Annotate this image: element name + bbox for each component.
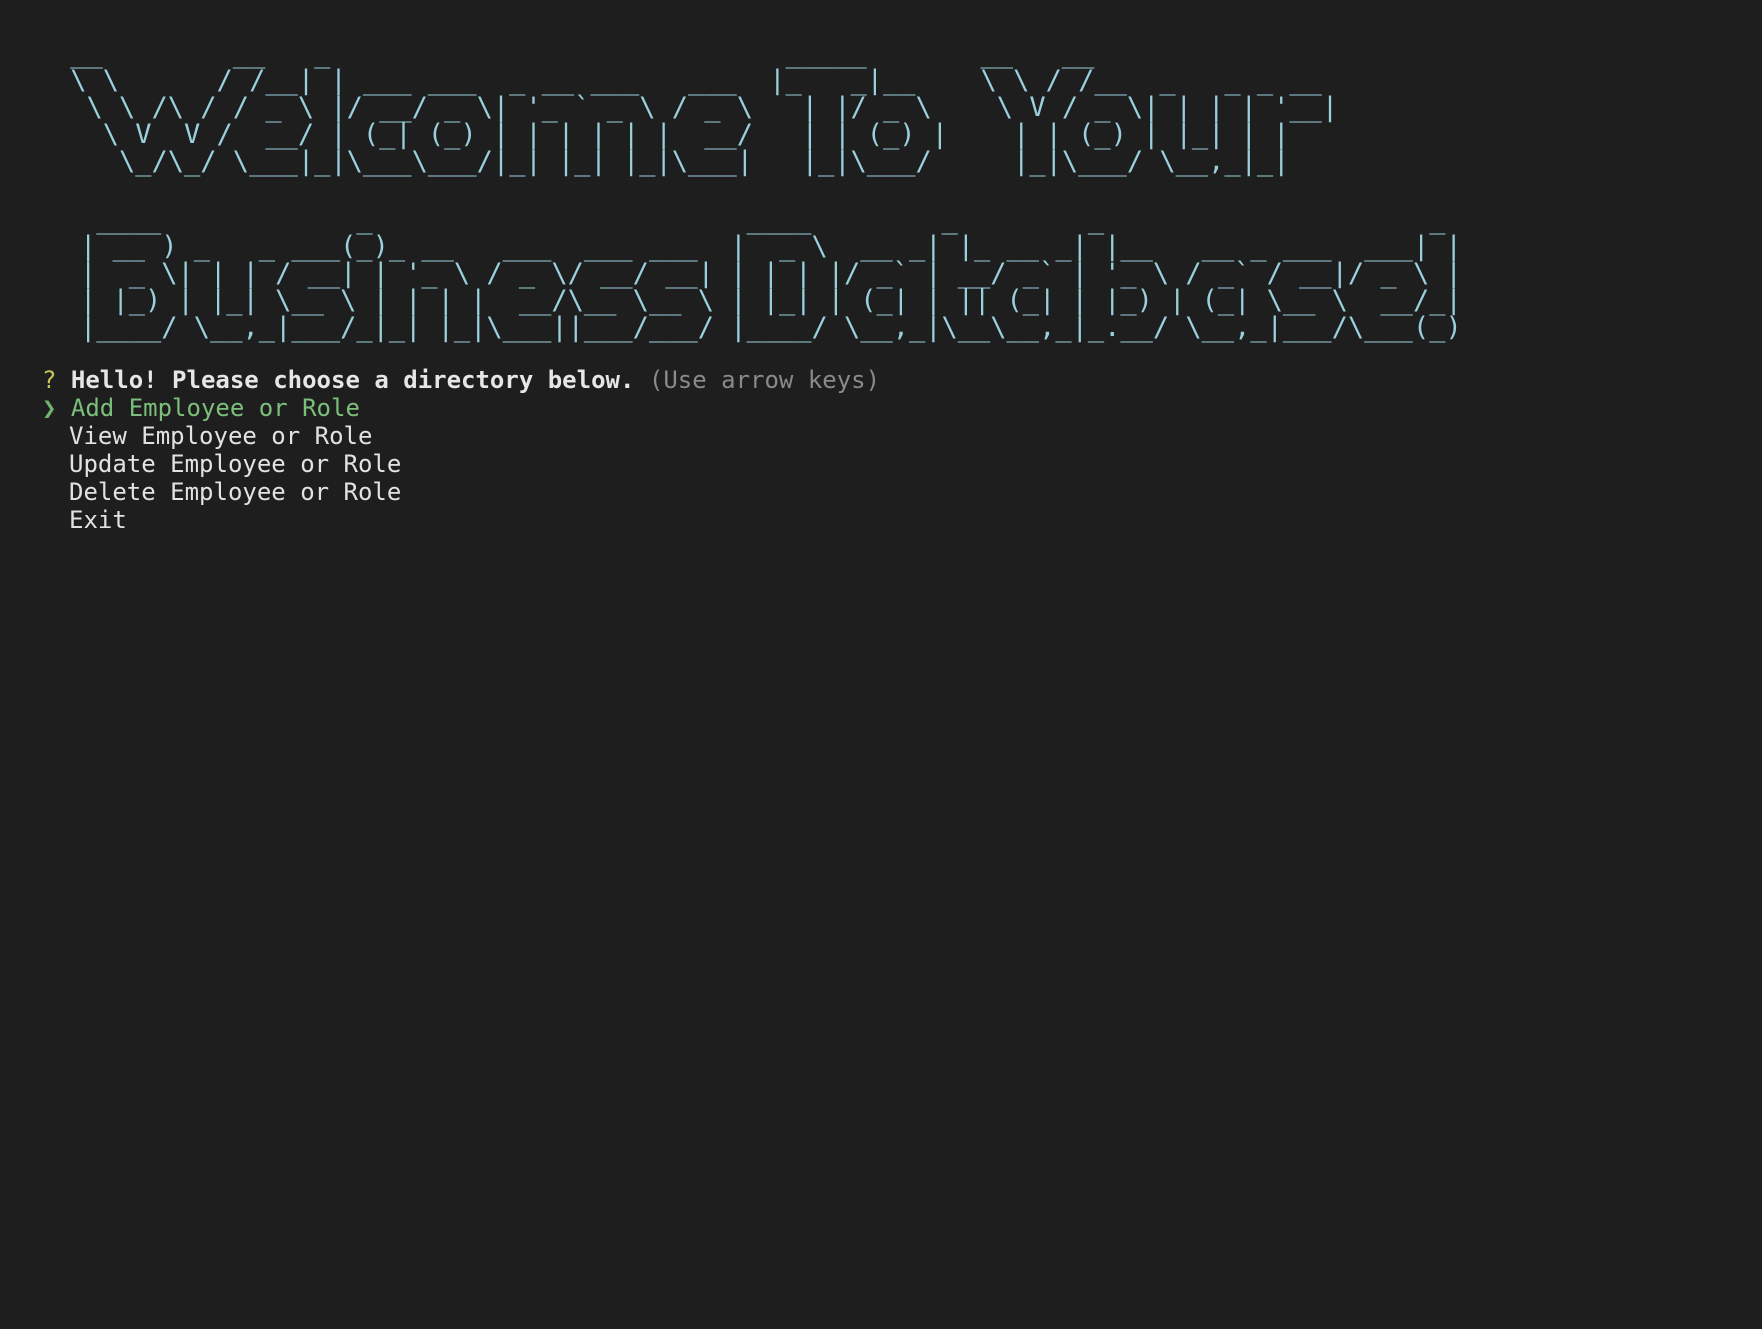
ascii-banner-welcome: __ __ _ _____ __ __ \ \ / /__| | ___ ___…: [70, 38, 1339, 177]
prompt-hint: (Use arrow keys): [648, 366, 881, 394]
choice-add-employee-or-role[interactable]: ❯ Add Employee or Role: [42, 394, 880, 422]
pointer-icon: ❯: [42, 394, 57, 422]
choice-label: Delete Employee or Role: [69, 478, 402, 506]
choice-exit[interactable]: Exit: [42, 506, 880, 534]
choice-label: Add Employee or Role: [70, 394, 360, 422]
inquirer-prompt[interactable]: ? Hello! Please choose a directory below…: [42, 366, 880, 534]
terminal-window[interactable]: __ __ _ _____ __ __ \ \ / /__| | ___ ___…: [0, 0, 1762, 1329]
prompt-question: Hello! Please choose a directory below.: [70, 366, 635, 394]
choice-view-employee-or-role[interactable]: View Employee or Role: [42, 422, 880, 450]
choice-update-employee-or-role[interactable]: Update Employee or Role: [42, 450, 880, 478]
choice-label: Exit: [69, 506, 127, 534]
choice-delete-employee-or-role[interactable]: Delete Employee or Role: [42, 478, 880, 506]
prompt-question-line: ? Hello! Please choose a directory below…: [42, 366, 880, 394]
choice-label: View Employee or Role: [69, 422, 373, 450]
ascii-banner-business-database: ____ _ ____ _ _ _ | __ ) _ _ ___(_)_ __ …: [80, 204, 1462, 343]
choice-label: Update Employee or Role: [69, 450, 402, 478]
question-mark-icon: ?: [42, 366, 57, 394]
